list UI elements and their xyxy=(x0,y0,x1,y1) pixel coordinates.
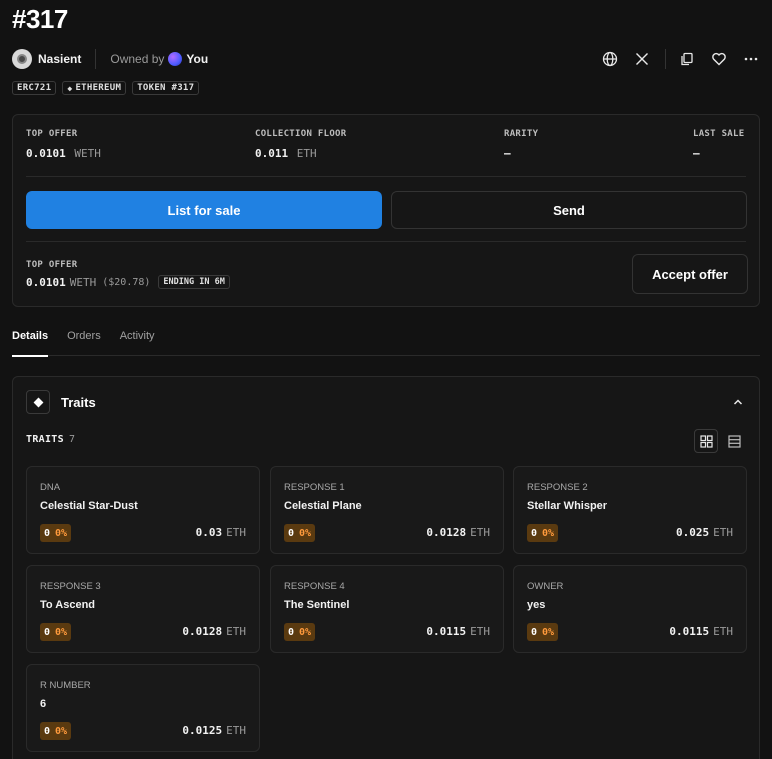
trait-type: RESPONSE 3 xyxy=(40,581,101,592)
owned-by-label: Owned by xyxy=(110,52,165,66)
trait-value: Celestial Plane xyxy=(284,500,362,512)
token-badges: ERC721 ◆ ETHEREUM TOKEN #317 xyxy=(12,81,200,95)
trait-floor-price: 0.025 ETH xyxy=(676,526,733,539)
trait-card[interactable]: DNA Celestial Star-Dust 0 0% 0.03 ETH xyxy=(26,466,260,554)
tab-activity[interactable]: Activity xyxy=(120,330,155,356)
stat-label: LAST SALE xyxy=(693,129,745,139)
trait-value: Celestial Star-Dust xyxy=(40,500,138,512)
ending-badge: ENDING IN 6M xyxy=(158,275,230,289)
standard-badge: ERC721 xyxy=(12,81,57,95)
list-view-icon[interactable] xyxy=(722,429,746,453)
page-title: #317 xyxy=(12,4,68,34)
trait-type: OWNER xyxy=(527,581,564,592)
token-id-badge[interactable]: TOKEN #317 xyxy=(132,81,200,95)
trait-card[interactable]: RESPONSE 4 The Sentinel 0 0% 0.0115 ETH xyxy=(270,565,504,653)
trait-value: To Ascend xyxy=(40,599,96,611)
send-button[interactable]: Send xyxy=(391,191,747,229)
trait-card[interactable]: RESPONSE 2 Stellar Whisper 0 0% 0.025 ETH xyxy=(513,466,747,554)
trait-rarity-badge: 0 0% xyxy=(284,524,316,542)
x-icon[interactable] xyxy=(631,48,653,70)
stat-value: – xyxy=(504,147,511,160)
tab-bar: Details Orders Activity xyxy=(12,330,760,357)
trait-type: RESPONSE 2 xyxy=(527,482,588,493)
grid-view-icon[interactable] xyxy=(694,429,718,453)
ethereum-icon: ◆ xyxy=(67,83,73,93)
traits-label: TRAITS xyxy=(26,434,64,445)
owner-row: Nasient Owned by You xyxy=(12,48,208,70)
traits-diamond-icon xyxy=(26,390,50,414)
chain-badge-label: ETHEREUM xyxy=(75,83,122,93)
last-sale-stat: LAST SALE – xyxy=(693,129,744,160)
stat-value: – xyxy=(693,147,700,160)
trait-card[interactable]: OWNER yes 0 0% 0.0115 ETH xyxy=(513,565,747,653)
offer-amount: 0.0101 xyxy=(26,275,66,289)
tab-orders[interactable]: Orders xyxy=(67,330,101,356)
tab-details[interactable]: Details xyxy=(12,330,49,357)
trait-rarity-badge: 0 0% xyxy=(40,524,72,542)
offer-unit: WETH xyxy=(69,275,97,289)
owner-avatar[interactable] xyxy=(168,52,183,66)
top-offer-row: 0.0101 WETH ($20.78) ENDING IN 6M xyxy=(26,275,230,289)
collection-name-link[interactable]: Nasient xyxy=(38,52,81,66)
top-actions xyxy=(589,48,762,70)
divider xyxy=(26,176,746,177)
offer-usd: ($20.78) xyxy=(102,276,151,288)
traits-panel: Traits TRAITS 7 DNA Celestial Star-Dust … xyxy=(12,376,760,759)
rarity-stat: RARITY – xyxy=(504,129,538,160)
view-toggle xyxy=(694,429,746,453)
trait-value: Stellar Whisper xyxy=(527,500,608,512)
listing-panel: TOP OFFER 0.0101 WETH COLLECTION FLOOR 0… xyxy=(12,114,760,307)
copy-icon[interactable] xyxy=(676,48,698,70)
stat-value: 0.011 ETH xyxy=(255,147,317,160)
trait-card[interactable]: RESPONSE 1 Celestial Plane 0 0% 0.0128 ETH xyxy=(270,466,504,554)
traits-count-row: TRAITS 7 xyxy=(26,434,75,445)
stat-value: 0.0101 WETH xyxy=(26,147,101,160)
trait-value: The Sentinel xyxy=(284,599,350,611)
globe-icon[interactable] xyxy=(599,48,621,70)
trait-type: R NUMBER xyxy=(40,680,91,691)
list-for-sale-button[interactable]: List for sale xyxy=(26,191,382,229)
divider xyxy=(26,241,746,242)
stat-label: RARITY xyxy=(504,129,539,139)
trait-floor-price: 0.0128 ETH xyxy=(426,526,490,539)
trait-type: RESPONSE 1 xyxy=(284,482,345,493)
trait-floor-price: 0.0128 ETH xyxy=(182,625,246,638)
trait-floor-price: 0.0115 ETH xyxy=(426,625,490,638)
trait-rarity-badge: 0 0% xyxy=(40,722,72,740)
trait-rarity-badge: 0 0% xyxy=(527,524,559,542)
chain-badge[interactable]: ◆ ETHEREUM xyxy=(62,81,127,95)
traits-count: 7 xyxy=(68,434,75,445)
traits-header[interactable]: Traits xyxy=(61,395,96,410)
divider xyxy=(665,49,666,69)
accept-offer-button[interactable]: Accept offer xyxy=(632,254,748,294)
more-icon[interactable] xyxy=(740,48,762,70)
trait-card[interactable]: R NUMBER 6 0 0% 0.0125 ETH xyxy=(26,664,260,752)
trait-rarity-badge: 0 0% xyxy=(527,623,559,641)
collection-floor-stat: COLLECTION FLOOR 0.011 ETH xyxy=(255,129,347,160)
trait-floor-price: 0.03 ETH xyxy=(195,526,246,539)
divider xyxy=(95,49,97,69)
chevron-up-icon[interactable] xyxy=(731,395,745,409)
collection-avatar[interactable] xyxy=(12,49,32,69)
trait-type: RESPONSE 4 xyxy=(284,581,345,592)
trait-rarity-badge: 0 0% xyxy=(284,623,316,641)
owner-name-link[interactable]: You xyxy=(186,52,208,66)
top-offer-stat: TOP OFFER 0.0101 WETH xyxy=(26,129,101,160)
stat-label: TOP OFFER xyxy=(26,129,78,139)
trait-card[interactable]: RESPONSE 3 To Ascend 0 0% 0.0128 ETH xyxy=(26,565,260,653)
stat-label: COLLECTION FLOOR xyxy=(255,129,347,139)
top-offer-label: TOP OFFER xyxy=(26,260,78,270)
trait-rarity-badge: 0 0% xyxy=(40,623,72,641)
trait-floor-price: 0.0115 ETH xyxy=(669,625,733,638)
trait-type: DNA xyxy=(40,482,61,493)
heart-icon[interactable] xyxy=(708,48,730,70)
trait-value: 6 xyxy=(40,698,47,710)
trait-value: yes xyxy=(527,599,546,611)
trait-floor-price: 0.0125 ETH xyxy=(182,724,246,737)
